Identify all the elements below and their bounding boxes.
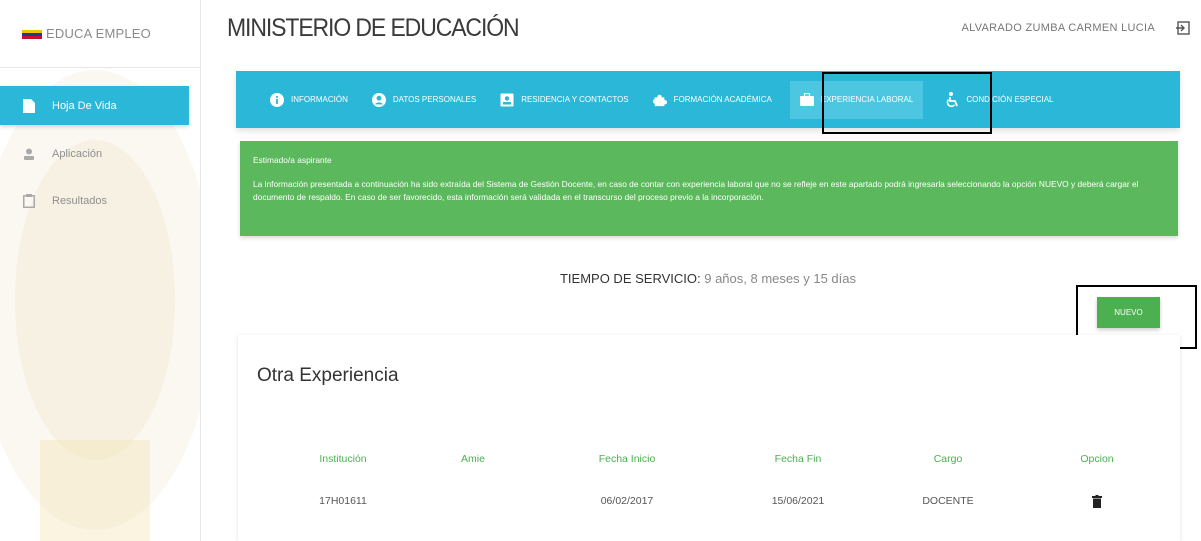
sidebar-item-hoja-de-vida[interactable]: Hoja De Vida: [0, 86, 189, 125]
column-header: Opcion: [1080, 453, 1114, 465]
service-time: TIEMPO DE SERVICIO: 9 años, 8 meses y 15…: [236, 271, 1180, 286]
person-icon: [22, 147, 36, 161]
alert-message: La información presentada a continuación…: [253, 179, 1139, 202]
column-header: Fecha Inicio: [598, 453, 656, 465]
tab-label: EXPERIENCIA LABORAL: [820, 95, 914, 104]
tab-formacion-academica[interactable]: FORMACIÓN ACADÉMICA: [645, 81, 780, 119]
tab-label: INFORMACIÓN: [291, 95, 348, 104]
logout-icon[interactable]: [1175, 20, 1191, 36]
column-header: Amie: [461, 453, 485, 465]
sidebar-item-label: Aplicación: [52, 147, 103, 160]
table-cell-fecha-fin: 15/06/2021: [771, 495, 825, 507]
trash-icon[interactable]: [1092, 495, 1102, 508]
clipboard-icon: [22, 193, 36, 208]
alert-greeting: Estimado/a aspirante: [253, 155, 332, 165]
table-cell-institucion: 17H01611: [319, 495, 367, 507]
column-header: Fecha Fin: [774, 453, 822, 465]
tab-condicion-especial[interactable]: CONDICIÓN ESPECIAL: [937, 81, 1061, 119]
user-name: ALVARADO ZUMBA CARMEN LUCIA: [961, 22, 1155, 34]
brand[interactable]: EDUCA EMPLEO: [0, 0, 200, 68]
service-time-label: TIEMPO DE SERVICIO:: [559, 271, 701, 286]
nuevo-button[interactable]: NUEVO: [1097, 297, 1160, 328]
tab-residencia-contactos[interactable]: RESIDENCIA Y CONTACTOS: [492, 81, 636, 119]
tab-experiencia-laboral[interactable]: EXPERIENCIA LABORAL: [789, 80, 924, 119]
accessible-icon: [945, 91, 959, 107]
account-icon: [371, 92, 386, 107]
tab-informacion[interactable]: INFORMACIÓN: [262, 81, 356, 119]
experience-card: Otra Experiencia Institución Amie Fecha …: [238, 335, 1180, 541]
brand-logo-icon: [22, 29, 42, 39]
briefcase-icon: [799, 93, 814, 107]
puzzle-icon: [652, 93, 667, 107]
sidebar-background-emblem: [0, 70, 200, 541]
sidebar-item-label: Hoja De Vida: [52, 99, 117, 112]
info-alert: Estimado/a aspirante La información pres…: [240, 141, 1178, 236]
sidebar-item-aplicacion[interactable]: Aplicación: [0, 134, 189, 173]
section-tabs: INFORMACIÓN DATOS PERSONALES RESIDENCIA …: [236, 71, 1180, 128]
tab-label: CONDICIÓN ESPECIAL: [966, 95, 1054, 104]
sidebar-item-label: Resultados: [52, 194, 108, 207]
table-cell-fecha-inicio: 06/02/2017: [600, 495, 654, 507]
sidebar-item-resultados[interactable]: Resultados: [0, 181, 189, 220]
contact-card-icon: [500, 93, 514, 107]
table-cell-cargo: DOCENTE: [922, 495, 974, 507]
sidebar: EDUCA EMPLEO Hoja De Vida Aplicación Res…: [0, 0, 201, 541]
brand-name: EDUCA EMPLEO: [46, 26, 151, 41]
column-header: Institución: [319, 453, 367, 465]
tab-label: RESIDENCIA Y CONTACTOS: [521, 95, 629, 104]
card-title: Otra Experiencia: [257, 365, 399, 386]
top-bar: MINISTERIO DE EDUCACIÓN ALVARADO ZUMBA C…: [201, 0, 1201, 60]
tab-label: DATOS PERSONALES: [392, 95, 477, 104]
tab-label: FORMACIÓN ACADÉMICA: [673, 95, 772, 104]
service-time-value: 9 años, 8 meses y 15 días: [704, 271, 856, 286]
tab-datos-personales[interactable]: DATOS PERSONALES: [364, 81, 484, 119]
info-icon: [270, 92, 284, 107]
page-title: MINISTERIO DE EDUCACIÓN: [227, 14, 520, 42]
column-header: Cargo: [933, 453, 963, 465]
file-icon: [22, 98, 36, 113]
